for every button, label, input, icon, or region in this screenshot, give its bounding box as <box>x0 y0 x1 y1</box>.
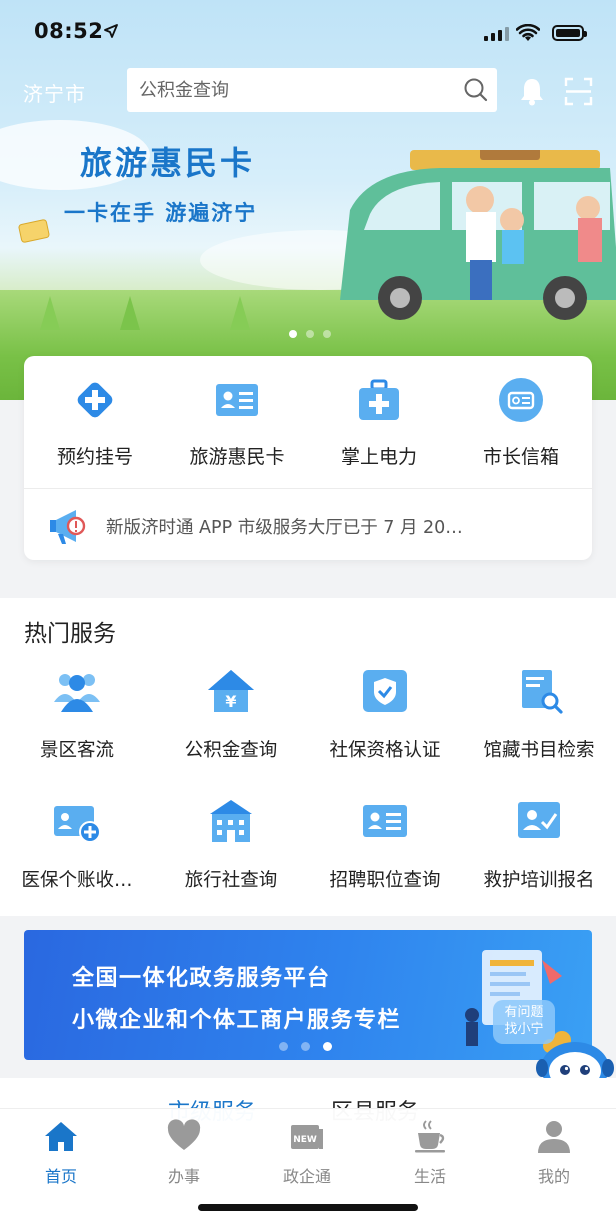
battery-icon <box>552 25 587 41</box>
tab-services[interactable]: 办事 <box>134 1117 234 1187</box>
banner-title: 旅游惠民卡 <box>80 144 256 182</box>
hot-services-section: 热门服务 景区客流 ¥ 公积金查询 社保资格认证 馆藏书目检索 医保个账收… 旅… <box>0 598 616 916</box>
service-label: 社保资格认证 <box>329 740 441 761</box>
people-icon <box>54 674 100 712</box>
tab-profile[interactable]: 我的 <box>504 1117 604 1187</box>
medical-kit-icon <box>359 379 399 420</box>
promo-line-1: 全国一体化政务服务平台 <box>72 966 331 991</box>
page-dot <box>323 330 331 338</box>
home-indicator[interactable] <box>198 1204 418 1211</box>
id-card-icon <box>216 384 258 416</box>
quick-item-tourism-card[interactable]: 旅游惠民卡 <box>166 356 308 486</box>
page-dot <box>279 1042 288 1051</box>
service-scenic-traffic[interactable]: 景区客流 <box>0 660 154 780</box>
quick-item-label: 市长信箱 <box>482 446 559 468</box>
service-label: 馆藏书目检索 <box>483 740 595 761</box>
id-card-icon <box>363 805 407 837</box>
service-housing-fund[interactable]: ¥ 公积金查询 <box>154 660 308 780</box>
promo-line-2: 小微企业和个体工商户服务专栏 <box>72 1008 402 1033</box>
notice-bar[interactable]: 新版济时通 APP 市级服务大厅已于 7 月 20… <box>46 506 576 546</box>
card-plus-icon <box>54 806 101 843</box>
tab-label: 我的 <box>537 1167 570 1186</box>
quick-services-card: 预约挂号 旅游惠民卡 掌上电力 市长信箱 新版济时通 APP 市级服务大厅已于 … <box>24 356 592 560</box>
search-bar[interactable] <box>127 68 497 112</box>
quick-item-label: 预约挂号 <box>56 446 133 468</box>
page-dot <box>323 1042 332 1051</box>
page-dot <box>306 330 314 338</box>
heart-icon <box>167 1119 201 1150</box>
user-check-icon <box>518 802 560 838</box>
shield-check-icon <box>363 670 407 712</box>
service-label: 景区客流 <box>39 740 114 761</box>
wifi-icon <box>516 24 540 41</box>
tab-home[interactable]: 首页 <box>11 1117 111 1187</box>
signal-icon <box>484 27 509 41</box>
tab-gov-business[interactable]: NEW 政企通 <box>257 1117 357 1187</box>
page-dot <box>301 1042 310 1051</box>
status-time: 08:52 <box>34 19 104 43</box>
quick-item-label: 掌上电力 <box>340 446 417 468</box>
page-dot <box>289 330 297 338</box>
quick-item-mayor-mailbox[interactable]: 市长信箱 <box>450 356 592 486</box>
notice-text: 新版济时通 APP 市级服务大厅已于 7 月 20… <box>106 517 463 538</box>
grass-decoration <box>120 296 140 330</box>
svg-text:¥: ¥ <box>225 692 236 711</box>
tab-label: 办事 <box>167 1167 200 1186</box>
hospital-plus-icon <box>77 382 113 418</box>
person-icon <box>538 1121 570 1153</box>
building-icon <box>210 800 252 842</box>
service-first-aid-training[interactable]: 救护培训报名 <box>462 790 616 910</box>
city-selector[interactable]: 济宁市 <box>23 78 86 107</box>
service-label: 公积金查询 <box>184 740 278 761</box>
grass-decoration <box>40 296 60 330</box>
home-icon <box>45 1122 77 1151</box>
megaphone-icon <box>50 510 86 544</box>
house-yen-icon: ¥ <box>208 670 254 712</box>
van-illustration <box>340 150 616 320</box>
banner-subtitle: 一卡在手 游遍济宁 <box>64 201 258 225</box>
tab-label: 生活 <box>413 1167 446 1186</box>
search-input[interactable] <box>139 79 439 101</box>
service-medical-account[interactable]: 医保个账收… <box>0 790 154 910</box>
mail-badge-icon <box>499 378 543 422</box>
service-label: 旅行社查询 <box>184 870 278 891</box>
service-label: 救护培训报名 <box>483 870 595 891</box>
quick-item-label: 旅游惠民卡 <box>189 446 285 468</box>
tab-label: 首页 <box>44 1167 77 1186</box>
coffee-cup-icon <box>415 1120 445 1153</box>
service-job-search[interactable]: 招聘职位查询 <box>308 790 462 910</box>
banner-page-indicator <box>289 330 331 338</box>
service-social-security[interactable]: 社保资格认证 <box>308 660 462 780</box>
ticket-icon <box>18 219 50 243</box>
bell-icon[interactable] <box>518 76 546 106</box>
search-icon[interactable] <box>463 77 489 103</box>
scan-icon[interactable] <box>564 77 593 106</box>
news-icon: NEW <box>291 1125 323 1149</box>
tab-life[interactable]: 生活 <box>380 1117 480 1187</box>
service-library-search[interactable]: 馆藏书目检索 <box>462 660 616 780</box>
book-search-icon <box>522 670 563 714</box>
divider <box>24 488 592 489</box>
quick-item-appointment[interactable]: 预约挂号 <box>24 356 166 486</box>
service-label: 招聘职位查询 <box>329 870 441 891</box>
promo-page-indicator <box>279 1042 332 1051</box>
status-bar: 08:52 <box>0 0 616 62</box>
service-label: 医保个账收… <box>21 870 133 891</box>
grass-decoration <box>230 296 250 330</box>
tab-label: 政企通 <box>282 1167 331 1186</box>
section-title: 热门服务 <box>24 621 116 647</box>
location-arrow-icon <box>104 24 118 38</box>
svg-text:NEW: NEW <box>293 1135 317 1145</box>
service-travel-agency[interactable]: 旅行社查询 <box>154 790 308 910</box>
quick-item-power[interactable]: 掌上电力 <box>308 356 450 486</box>
